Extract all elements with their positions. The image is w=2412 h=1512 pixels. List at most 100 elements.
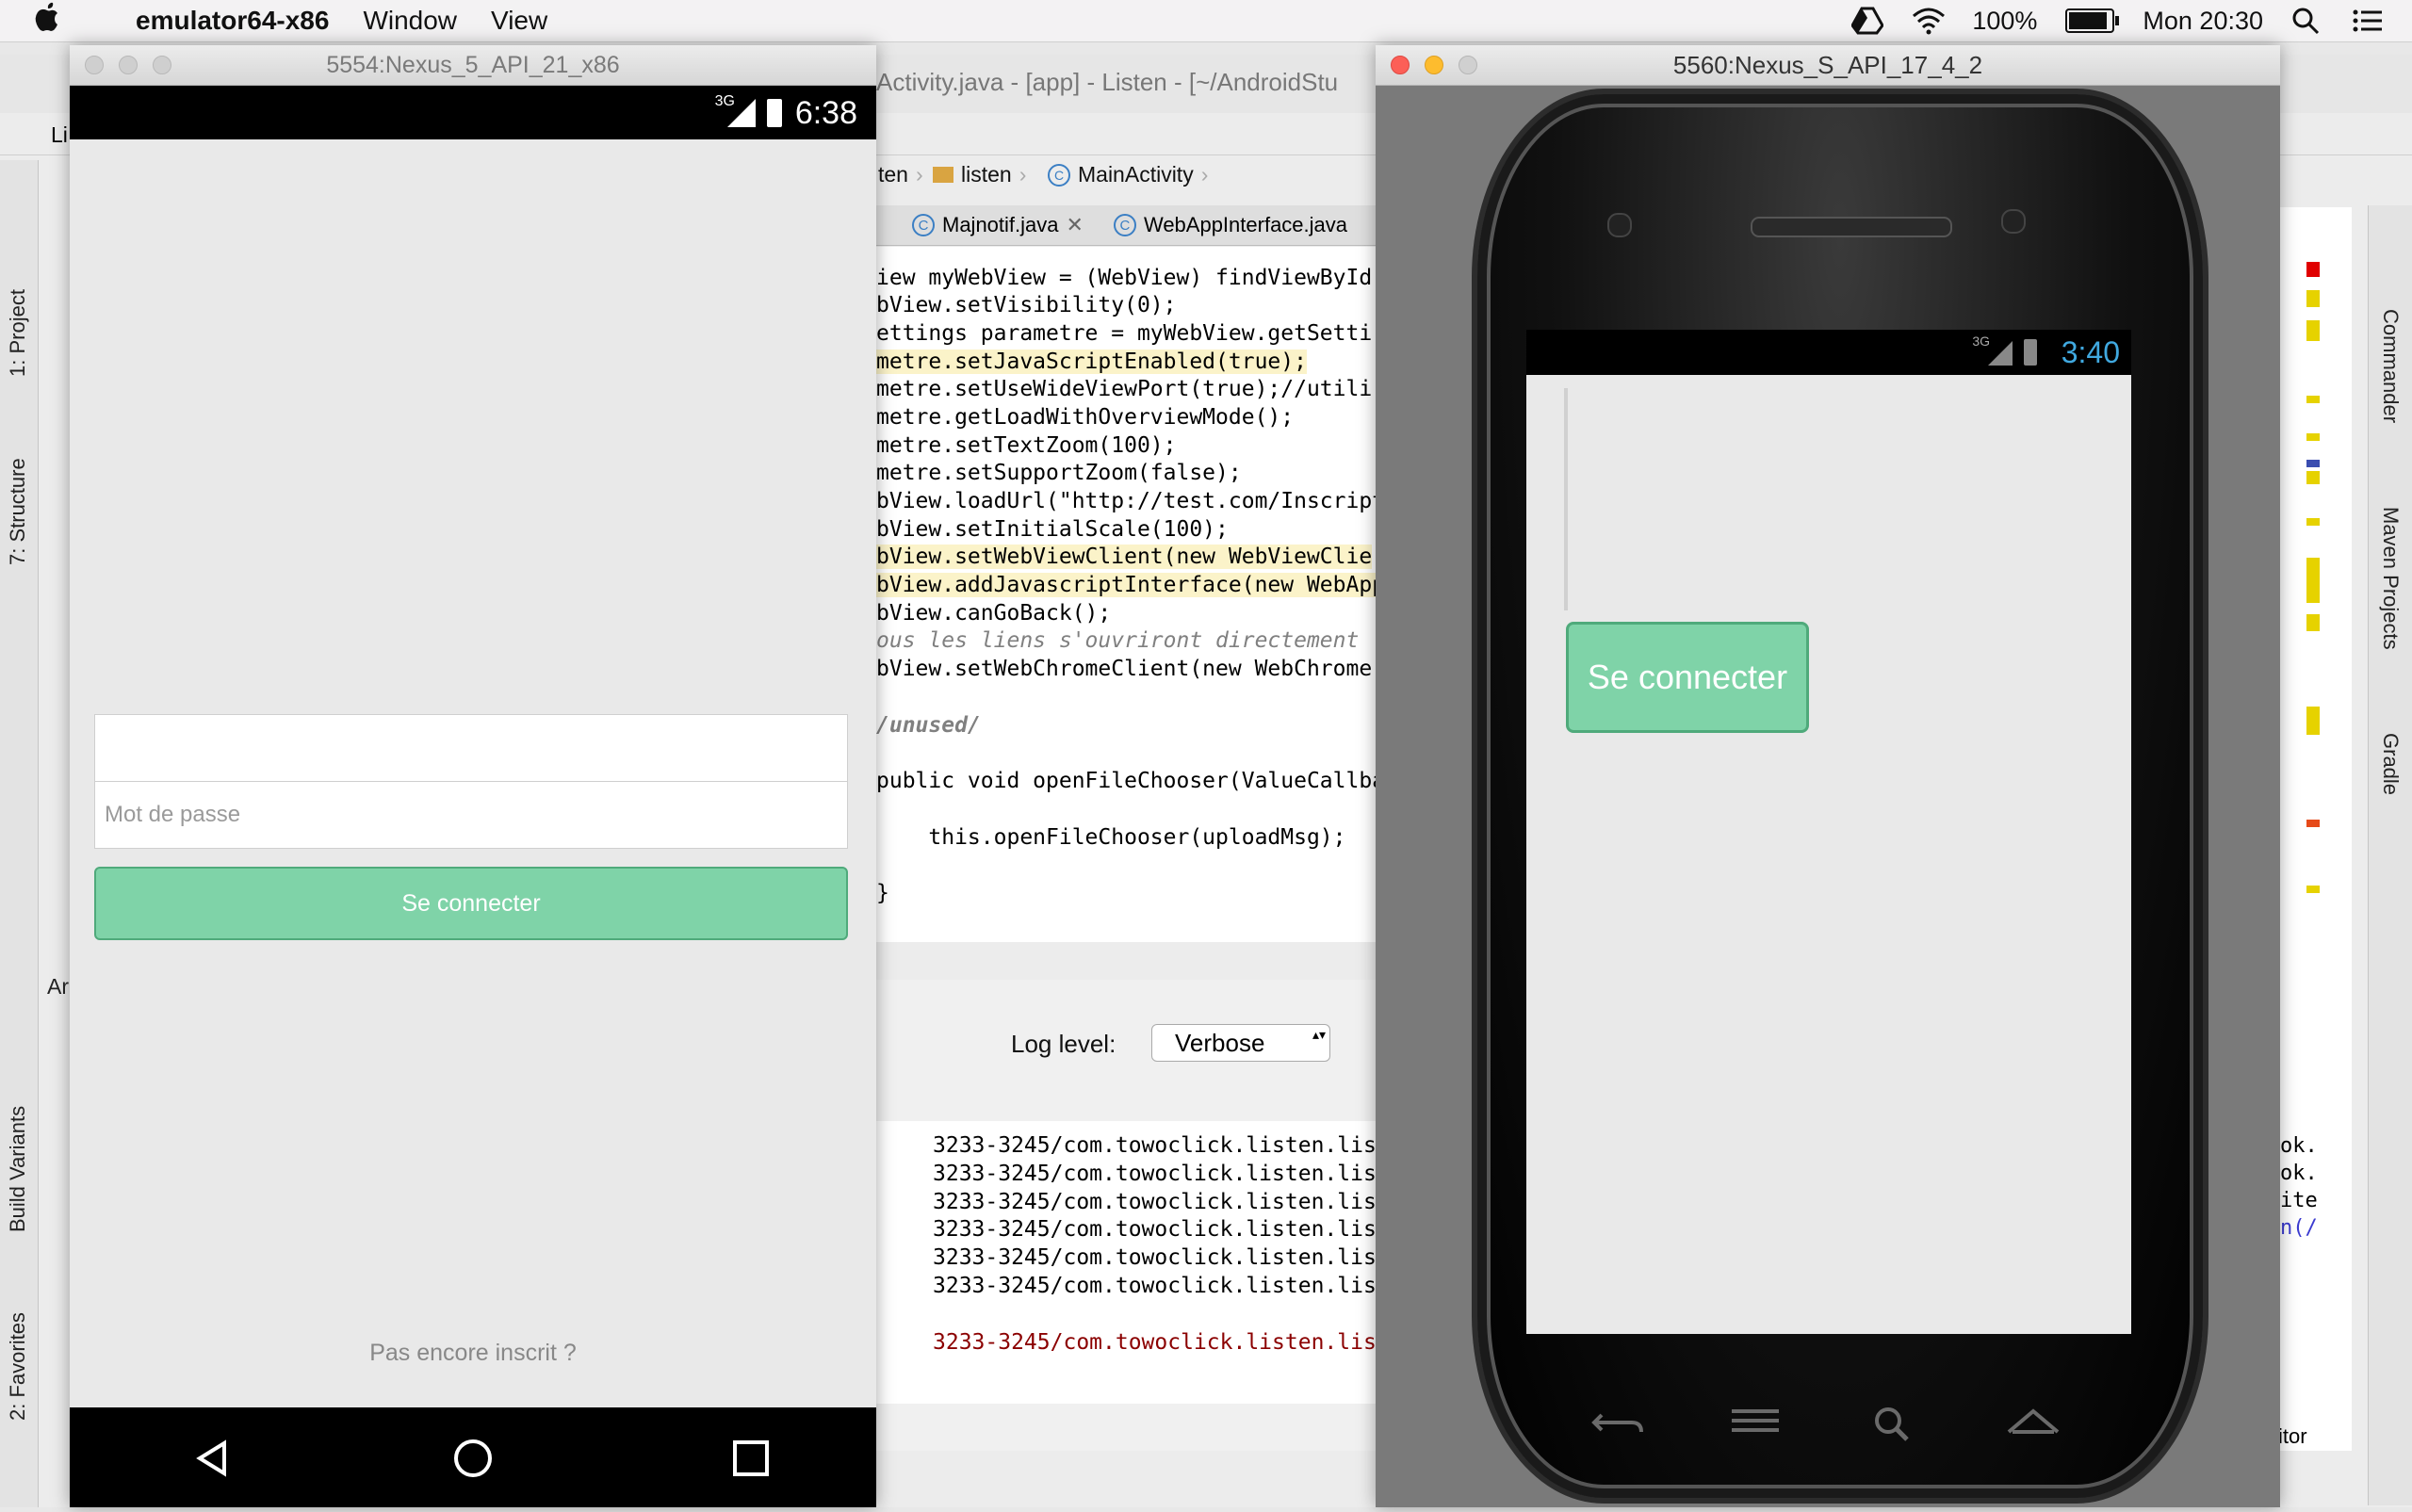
- breadcrumb-label: listen: [961, 162, 1012, 187]
- close-window-button[interactable]: [85, 56, 104, 74]
- chevron-right-icon: ›: [915, 162, 923, 187]
- class-icon: C: [1048, 163, 1070, 187]
- proximity-sensor: [1607, 213, 1632, 237]
- warning-marker[interactable]: [2306, 433, 2320, 441]
- warning-marker[interactable]: [2306, 290, 2320, 307]
- warning-marker[interactable]: [2306, 320, 2320, 341]
- close-tab-icon[interactable]: ✕: [1067, 213, 1084, 237]
- window-titlebar[interactable]: 5560:Nexus_S_API_17_4_2: [1376, 45, 2280, 86]
- warning-marker[interactable]: [2306, 518, 2320, 526]
- code-line: bView.canGoBack();: [876, 601, 1112, 626]
- apple-menu-icon[interactable]: [34, 2, 87, 40]
- log-line: 3233-3245/com.towoclick.listen.lis: [933, 1245, 1377, 1270]
- log-line: 3233-3245/com.towoclick.listen.lis: [933, 1190, 1377, 1214]
- tab-majnotif[interactable]: C Majnotif.java ✕: [897, 205, 1099, 245]
- connect-button[interactable]: Se connecter: [1566, 622, 1809, 733]
- left-fragment-2: Ar: [47, 974, 69, 999]
- log-line: 3233-3245/com.towoclick.listen.lis: [933, 1274, 1377, 1298]
- phone-skin: 3G 3:40 Se connecter: [1472, 89, 2208, 1504]
- tool-tab-gradle[interactable]: Gradle: [2378, 733, 2403, 795]
- code-line: metre.setSupportZoom(false);: [876, 461, 1242, 485]
- minimize-window-button[interactable]: [1425, 56, 1443, 74]
- view-menu[interactable]: View: [491, 6, 547, 36]
- warning-marker[interactable]: [2306, 886, 2320, 893]
- breadcrumb-ten[interactable]: ten ›: [878, 162, 923, 187]
- menu-softkey-icon[interactable]: [1728, 1404, 1785, 1451]
- code-line: public void openFileChooser(ValueCallba: [876, 769, 1386, 793]
- code-line: ettings parametre = myWebView.getSetti: [876, 321, 1373, 346]
- tool-tab-project[interactable]: 1: Project: [6, 289, 30, 377]
- left-tool-strip: 1: Project 7: Structure Build Variants 2…: [0, 160, 39, 1507]
- class-icon: C: [1113, 214, 1136, 236]
- breadcrumb-listen[interactable]: listen ›: [933, 162, 1026, 187]
- emulator-window-nexus5: 5554:Nexus_5_API_21_x86 3G 6:38 Mot de p…: [70, 45, 876, 1507]
- error-marker[interactable]: [2306, 820, 2320, 827]
- android-nav-bar: [70, 1407, 876, 1507]
- code-line: ous les liens s'ouvriront directement: [876, 628, 1360, 653]
- log-line: 3233-3245/com.towoclick.listen.lis: [933, 1217, 1377, 1242]
- chevron-right-icon: ›: [1200, 162, 1209, 187]
- back-softkey-icon[interactable]: [1590, 1404, 1647, 1451]
- password-placeholder: Mot de passe: [105, 802, 241, 827]
- signup-link[interactable]: Pas encore inscrit ?: [70, 1340, 876, 1367]
- home-icon[interactable]: [454, 1439, 492, 1477]
- log-line: 3233-3245/com.towoclick.listen.lis: [933, 1133, 1377, 1158]
- right-fragment: itor: [2278, 1424, 2307, 1448]
- tool-tab-commander[interactable]: Commander: [2378, 309, 2403, 423]
- right-tool-strip: Commander Maven Projects Gradle: [2368, 205, 2412, 1505]
- search-softkey-icon[interactable]: [1869, 1404, 1916, 1451]
- wifi-icon[interactable]: [1912, 7, 1946, 35]
- code-line: /unused/: [876, 713, 981, 738]
- connect-button[interactable]: Se connecter: [94, 867, 848, 940]
- log-right-fragment: ite: [2280, 1189, 2318, 1212]
- status-time: 6:38: [794, 95, 857, 131]
- battery-icon[interactable]: [2065, 8, 2120, 33]
- zoom-window-button[interactable]: [1459, 56, 1477, 74]
- window-menu[interactable]: Window: [363, 6, 457, 36]
- app-menu[interactable]: emulator64-x86: [136, 6, 329, 36]
- tool-tab-favorites[interactable]: 2: Favorites: [6, 1312, 30, 1421]
- breadcrumb-label: ten: [878, 162, 908, 187]
- breadcrumb-label: MainActivity: [1078, 162, 1194, 187]
- recents-icon[interactable]: [733, 1440, 769, 1476]
- code-line: bView.setInitialScale(100);: [876, 517, 1229, 542]
- clock[interactable]: Mon 20:30: [2143, 7, 2263, 36]
- signal-icon: [727, 99, 756, 127]
- code-line: metre.getLoadWithOverviewMode();: [876, 405, 1295, 430]
- log-right-fragment: ok.: [2280, 1134, 2318, 1158]
- tab-label: WebAppInterface.java: [1143, 213, 1348, 236]
- breadcrumb-mainactivity[interactable]: C MainActivity ›: [1048, 162, 1208, 187]
- error-marker[interactable]: [2306, 262, 2320, 277]
- minimize-window-button[interactable]: [119, 56, 138, 74]
- google-drive-icon[interactable]: [1850, 7, 1885, 35]
- notification-center-icon[interactable]: [2352, 7, 2384, 35]
- spotlight-search-icon[interactable]: [2291, 7, 2323, 35]
- battery-percent: 100%: [1972, 6, 2038, 35]
- code-line: bView.addJavascriptInterface(new WebApp: [876, 573, 1386, 597]
- tool-tab-structure[interactable]: 7: Structure: [6, 458, 30, 565]
- window-titlebar[interactable]: 5554:Nexus_5_API_21_x86: [70, 45, 876, 86]
- tab-label: Majnotif.java: [942, 213, 1059, 236]
- emulator-window-nexus-s: 5560:Nexus_S_API_17_4_2 3G 3:40 Se conne…: [1376, 45, 2280, 1507]
- warning-marker[interactable]: [2306, 614, 2320, 631]
- warning-marker[interactable]: [2306, 471, 2320, 484]
- status-time: 3:40: [2061, 335, 2120, 369]
- zoom-window-button[interactable]: [153, 56, 171, 74]
- warning-marker[interactable]: [2306, 396, 2320, 403]
- close-window-button[interactable]: [1391, 56, 1410, 74]
- code-line: this.openFileChooser(uploadMsg);: [876, 825, 1346, 850]
- info-marker[interactable]: [2306, 460, 2320, 467]
- tool-tab-build-variants[interactable]: Build Variants: [6, 1106, 30, 1232]
- home-softkey-icon[interactable]: [2005, 1404, 2062, 1451]
- battery-level: [2069, 12, 2108, 29]
- tool-tab-maven[interactable]: Maven Projects: [2378, 507, 2403, 650]
- back-icon[interactable]: [196, 1439, 226, 1477]
- username-input[interactable]: [94, 714, 848, 782]
- password-input[interactable]: Mot de passe: [94, 781, 848, 849]
- webview-scrollbar[interactable]: [1564, 388, 1568, 610]
- log-level-select[interactable]: Verbose: [1151, 1024, 1330, 1062]
- tab-webappinterface[interactable]: C WebAppInterface.java: [1099, 205, 1362, 245]
- warning-marker[interactable]: [2306, 558, 2320, 603]
- code-line: metre.setUseWideViewPort(true);//utili: [876, 377, 1373, 401]
- warning-marker[interactable]: [2306, 707, 2320, 735]
